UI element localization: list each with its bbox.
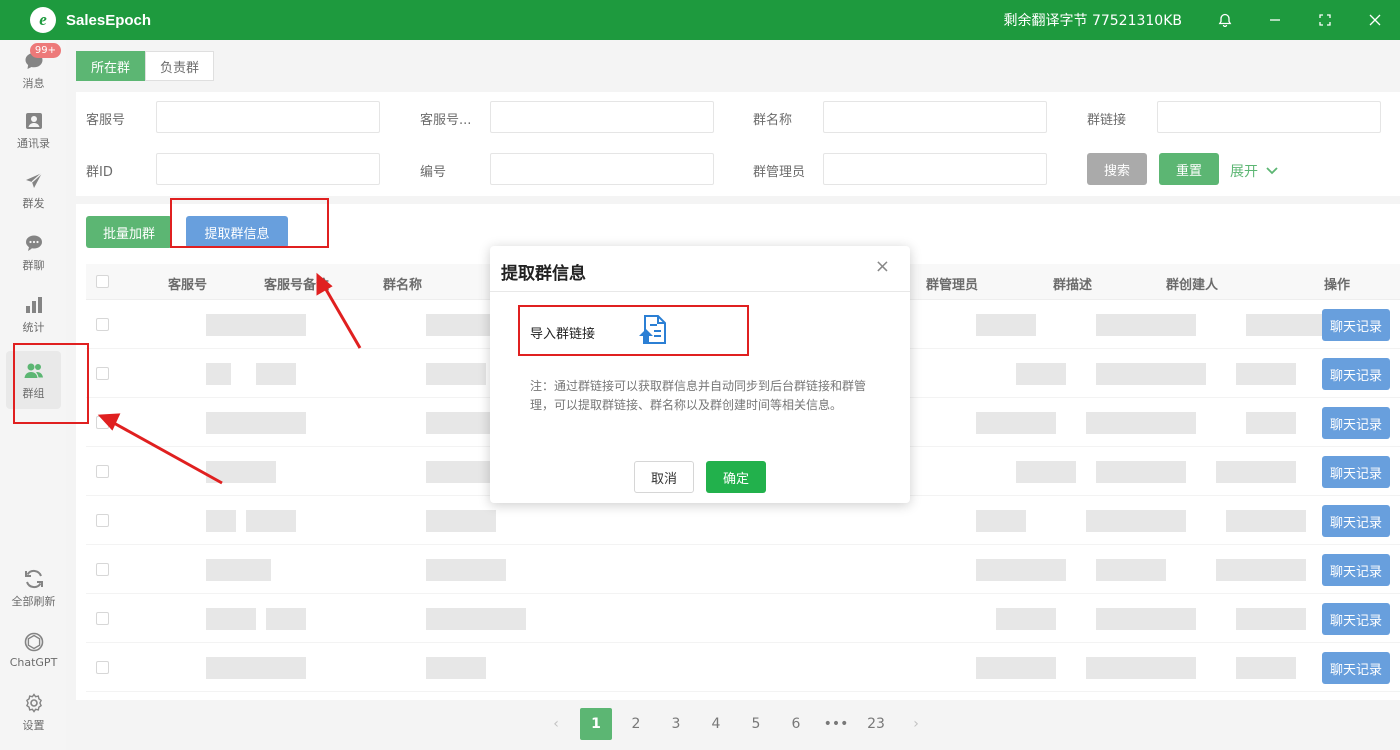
annotation-box-extract [170, 198, 329, 248]
minimize-icon[interactable] [1250, 0, 1300, 40]
app-logo: e [30, 7, 56, 33]
dialog-divider [490, 291, 910, 292]
translation-credit: 剩余翻译字节 77521310KB [1003, 13, 1183, 29]
annotation-box-groups [13, 343, 89, 424]
bell-icon[interactable] [1200, 0, 1250, 40]
annotation-box-import [518, 305, 749, 356]
extract-info-dialog: 提取群信息 × 导入群链接 注：通过群链接可以获取群信息并自动同步到后台群链接和… [490, 246, 910, 503]
close-icon[interactable] [1350, 0, 1400, 40]
title-bar: e SalesEpoch 剩余翻译字节 77521310KB [0, 0, 1400, 40]
dialog-note: 注：通过群链接可以获取群信息并自动同步到后台群链接和群管理，可以提取群链接、群名… [530, 379, 867, 412]
dialog-close-icon[interactable]: × [875, 256, 890, 277]
cancel-button[interactable]: 取消 [634, 461, 694, 493]
maximize-icon[interactable] [1300, 0, 1350, 40]
confirm-button[interactable]: 确定 [706, 461, 766, 493]
dialog-title: 提取群信息 [501, 264, 586, 284]
app-title: SalesEpoch [66, 11, 152, 29]
